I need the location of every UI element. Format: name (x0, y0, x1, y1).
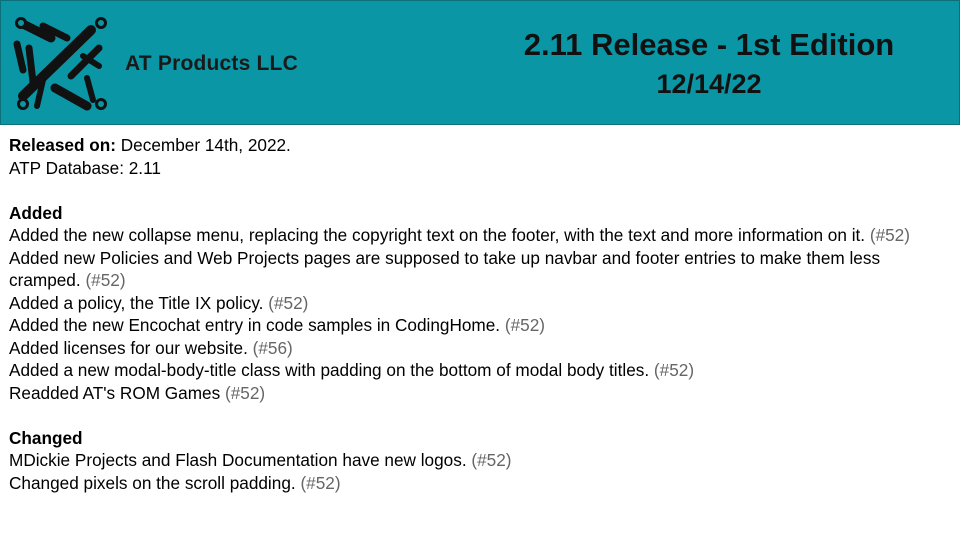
list-item: Readded AT's ROM Games (#52) (9, 382, 266, 403)
title-banner: AT Products LLC 2.11 Release - 1st Editi… (0, 0, 960, 125)
list-item: Added the new collapse menu, replacing t… (9, 225, 910, 245)
released-on-line: Released on: December 14th, 2022. (9, 134, 954, 157)
list-item: Added new Policies and Web Projects page… (9, 247, 881, 291)
list-item: Changed pixels on the scroll padding. (#… (9, 472, 341, 493)
list-item: Added licenses for our website. (#56) (9, 337, 293, 358)
list-item: MDickie Projects and Flash Documentation… (9, 450, 512, 470)
added-heading: Added (9, 202, 63, 223)
list-item: Added a new modal-body-title class with … (9, 360, 695, 380)
released-on-value: December 14th, 2022. (120, 135, 291, 155)
release-notes: Released on: December 14th, 2022. ATP Da… (9, 134, 954, 494)
issue-ref: (#52) (224, 382, 266, 403)
issue-ref: (#52) (504, 315, 545, 335)
circuit-logo-icon (13, 17, 107, 111)
database-line: ATP Database: 2.11 (9, 157, 161, 178)
company-name: AT Products LLC (125, 52, 298, 75)
issue-ref: (#56) (252, 337, 293, 358)
released-on-label: Released on: (9, 135, 116, 155)
issue-ref: (#52) (268, 292, 309, 313)
issue-ref: (#52) (300, 472, 341, 493)
title-block: 2.11 Release - 1st Edition 12/14/22 (461, 27, 957, 101)
list-item: Added the new Encochat entry in code sam… (9, 315, 545, 335)
issue-ref: (#52) (653, 360, 695, 380)
changed-heading: Changed (9, 427, 83, 448)
release-date: 12/14/22 (656, 69, 762, 99)
issue-ref: (#52) (471, 450, 512, 470)
list-item: Added a policy, the Title IX policy. (#5… (9, 292, 309, 313)
page-title: 2.11 Release - 1st Edition (523, 27, 895, 62)
issue-ref: (#52) (869, 225, 910, 245)
issue-ref: (#52) (85, 270, 126, 290)
